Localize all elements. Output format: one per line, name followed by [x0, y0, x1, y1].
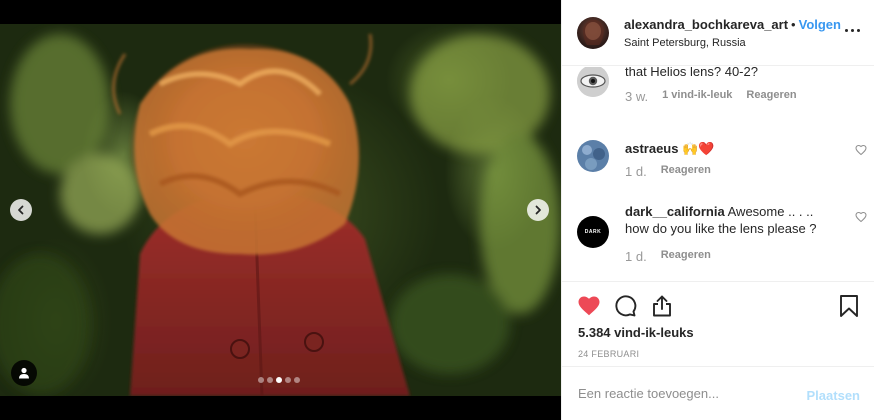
add-comment-bar: Plaatsen [562, 366, 874, 420]
commenter-username[interactable]: astraeus [625, 141, 678, 156]
dark-logo-text: DARK [584, 229, 602, 235]
comment-text: dark__california Awesome .. . .. how do … [625, 203, 835, 237]
post-location[interactable]: Saint Petersburg, Russia [624, 37, 746, 49]
comment-time[interactable]: 1 d. [625, 164, 647, 179]
commenter-avatar[interactable] [577, 67, 609, 97]
post-date[interactable]: 24 FEBRUARI [578, 349, 639, 359]
comment-body: 🙌❤️ [682, 141, 715, 156]
comment-time[interactable]: 3 w. [625, 89, 648, 104]
comment-meta: 1 d. Reageren [625, 249, 711, 264]
next-slide-button[interactable] [527, 199, 549, 221]
author-username[interactable]: alexandra_bochkareva_art [624, 17, 788, 32]
reply-button[interactable]: Reageren [661, 164, 711, 179]
carousel-indicator [258, 377, 300, 383]
post-photo[interactable] [0, 24, 561, 396]
reply-button[interactable]: Reageren [661, 249, 711, 264]
carousel-dot [258, 377, 264, 383]
commenter-avatar[interactable] [577, 140, 609, 172]
chevron-left-icon [18, 205, 24, 215]
post-actions: 5.384 vind-ik-leuks 24 FEBRUARI [562, 281, 874, 366]
person-icon [19, 367, 29, 379]
carousel-dot [267, 377, 273, 383]
post-modal: alexandra_bochkareva_art • Volgen Saint Pe… [0, 0, 874, 420]
share-icon[interactable] [650, 294, 674, 321]
carousel-dot [285, 377, 291, 383]
likes-count[interactable]: 5.384 vind-ik-leuks [578, 325, 694, 340]
more-options-icon[interactable] [845, 29, 860, 32]
follow-button[interactable]: Volgen [799, 17, 841, 32]
post-header: alexandra_bochkareva_art • Volgen Saint Pe… [562, 0, 874, 66]
comment-time[interactable]: 1 d. [625, 249, 647, 264]
comments-list[interactable]: that Helios lens? 40-2? 3 w. 1 vind-ik-l… [562, 67, 874, 281]
eye-avatar-image [577, 67, 609, 97]
commenter-avatar[interactable]: DARK [577, 216, 609, 248]
blue-avatar-image [577, 140, 609, 172]
comment-input[interactable] [578, 386, 778, 401]
chevron-right-icon [535, 205, 541, 215]
photo-illustration [0, 33, 560, 396]
comment-meta: 3 w. 1 vind-ik-leuk Reageren [625, 89, 797, 104]
comment-meta: 1 d. Reageren [625, 164, 711, 179]
carousel-dot [276, 377, 282, 383]
post-comment-button[interactable]: Plaatsen [807, 388, 860, 403]
header-separator: • [791, 17, 796, 32]
previous-slide-button[interactable] [10, 199, 32, 221]
author-line: alexandra_bochkareva_art • Volgen [624, 17, 841, 32]
comment-likes[interactable]: 1 vind-ik-leuk [662, 89, 732, 104]
comment-body: that Helios lens? 40-2? [625, 67, 758, 79]
tagged-users-button[interactable] [11, 360, 37, 386]
comment-text: astraeus 🙌❤️ [625, 140, 835, 157]
bookmark-icon[interactable] [838, 294, 860, 321]
post-side-panel: alexandra_bochkareva_art • Volgen Saint Pe… [561, 0, 874, 420]
like-comment-heart-icon[interactable] [855, 143, 867, 159]
media-viewer [0, 0, 561, 420]
commenter-username[interactable]: dark__california [625, 204, 725, 219]
like-comment-heart-icon[interactable] [855, 210, 867, 226]
author-avatar[interactable] [577, 17, 609, 49]
reply-button[interactable]: Reageren [746, 89, 796, 104]
carousel-dot [294, 377, 300, 383]
comment-text: that Helios lens? 40-2? [625, 67, 835, 80]
like-heart-icon[interactable] [577, 294, 601, 321]
comment-bubble-icon[interactable] [613, 294, 637, 321]
